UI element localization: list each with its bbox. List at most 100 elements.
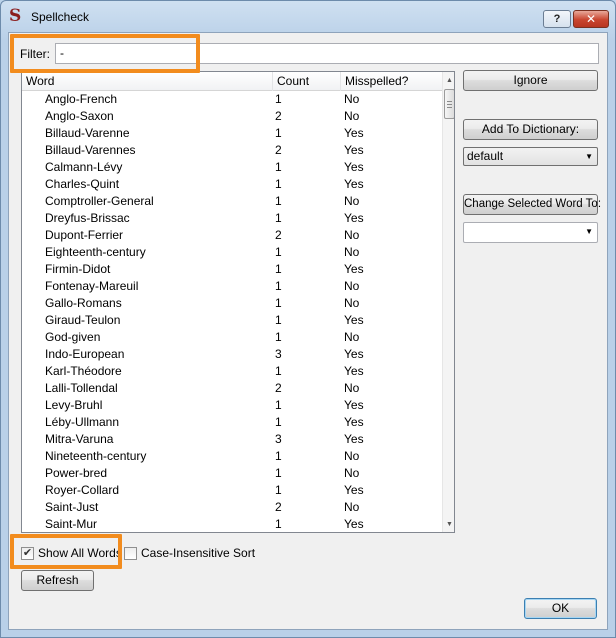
misspelled-cell: Yes: [344, 432, 364, 446]
count-cell: 1: [275, 517, 282, 531]
count-cell: 1: [275, 364, 282, 378]
vertical-scrollbar[interactable]: ▲ ▼: [442, 72, 454, 532]
table-row[interactable]: Giraud-Teulon 1 Yes: [22, 312, 442, 329]
table-row[interactable]: Nineteenth-century 1 No: [22, 448, 442, 465]
word-cell: God-given: [45, 330, 101, 344]
table-row[interactable]: Royer-Collard 1 Yes: [22, 482, 442, 499]
change-word-button[interactable]: Change Selected Word To:: [463, 194, 601, 215]
ignore-button[interactable]: Ignore: [463, 70, 598, 91]
count-cell: 1: [275, 398, 282, 412]
word-table: Word Count Misspelled? Anglo-French 1 No An…: [21, 71, 455, 533]
count-cell: 1: [275, 330, 282, 344]
misspelled-cell: Yes: [344, 347, 364, 361]
word-cell: Mitra-Varuna: [45, 432, 114, 446]
table-row[interactable]: Indo-European 3 Yes: [22, 346, 442, 363]
help-button[interactable]: ?: [543, 10, 571, 28]
table-row[interactable]: Anglo-Saxon 2 No: [22, 108, 442, 125]
scroll-up-arrow-icon[interactable]: ▲: [443, 74, 454, 87]
misspelled-cell: No: [344, 381, 360, 395]
grip-line: [447, 107, 452, 108]
misspelled-cell: No: [344, 109, 360, 123]
table-row[interactable]: Fontenay-Mareuil 1 No: [22, 278, 442, 295]
count-cell: 1: [275, 483, 282, 497]
filter-input[interactable]: -: [55, 43, 599, 64]
word-cell: Indo-European: [45, 347, 125, 361]
word-cell: Dreyfus-Brissac: [45, 211, 130, 225]
chevron-down-icon: ▼: [585, 227, 593, 236]
table-row[interactable]: Saint-Just 2 No: [22, 499, 442, 516]
misspelled-cell: Yes: [344, 126, 364, 140]
window-title: Spellcheck: [31, 10, 90, 24]
table-row[interactable]: Billaud-Varenne 1 Yes: [22, 125, 442, 142]
word-cell: Power-bred: [45, 466, 108, 480]
scroll-down-arrow-icon[interactable]: ▼: [443, 518, 454, 531]
table-row[interactable]: Dupont-Ferrier 2 No: [22, 227, 442, 244]
table-row[interactable]: Firmin-Didot 1 Yes: [22, 261, 442, 278]
dictionary-select[interactable]: default ▼: [463, 147, 598, 166]
count-cell: 1: [275, 177, 282, 191]
table-row[interactable]: Charles-Quint 1 Yes: [22, 176, 442, 193]
misspelled-cell: No: [344, 500, 360, 514]
count-cell: 2: [275, 500, 282, 514]
word-cell: Levy-Bruhl: [45, 398, 103, 412]
dictionary-select-value: default: [467, 149, 504, 163]
ok-button[interactable]: OK: [524, 598, 597, 619]
misspelled-cell: Yes: [344, 143, 364, 157]
word-cell: Fontenay-Mareuil: [45, 279, 139, 293]
misspelled-cell: Yes: [344, 415, 364, 429]
table-row[interactable]: Saint-Mur 1 Yes: [22, 516, 442, 532]
misspelled-cell: No: [344, 228, 360, 242]
misspelled-cell: No: [344, 330, 360, 344]
checkbox-checked-icon[interactable]: ✔: [21, 547, 34, 560]
table-row[interactable]: Eighteenth-century 1 No: [22, 244, 442, 261]
spellcheck-window: S Spellcheck ? ✕ Filter: - Word Count Mi…: [0, 0, 616, 638]
count-cell: 1: [275, 211, 282, 225]
column-header-count[interactable]: Count: [273, 72, 341, 91]
count-cell: 3: [275, 347, 282, 361]
word-cell: Comptroller-General: [45, 194, 154, 208]
misspelled-cell: Yes: [344, 517, 364, 531]
table-row[interactable]: Comptroller-General 1 No: [22, 193, 442, 210]
misspelled-cell: Yes: [344, 313, 364, 327]
add-to-dictionary-button[interactable]: Add To Dictionary:: [463, 119, 598, 140]
count-cell: 1: [275, 160, 282, 174]
table-row[interactable]: Gallo-Romans 1 No: [22, 295, 442, 312]
table-row[interactable]: Anglo-French 1 No: [22, 91, 442, 108]
misspelled-cell: No: [344, 296, 360, 310]
count-cell: 1: [275, 466, 282, 480]
table-row[interactable]: God-given 1 No: [22, 329, 442, 346]
chevron-down-icon: ▼: [585, 152, 593, 161]
table-row[interactable]: Dreyfus-Brissac 1 Yes: [22, 210, 442, 227]
checkbox-unchecked-icon[interactable]: [124, 547, 137, 560]
refresh-button[interactable]: Refresh: [21, 570, 94, 591]
misspelled-cell: Yes: [344, 262, 364, 276]
count-cell: 2: [275, 381, 282, 395]
misspelled-cell: Yes: [344, 364, 364, 378]
table-row[interactable]: Karl-Théodore 1 Yes: [22, 363, 442, 380]
grip-line: [447, 101, 452, 102]
table-header: Word Count Misspelled?: [22, 72, 442, 91]
count-cell: 1: [275, 262, 282, 276]
table-row[interactable]: Calmann-Lévy 1 Yes: [22, 159, 442, 176]
case-insensitive-sort-label: Case-Insensitive Sort: [141, 546, 256, 560]
table-row[interactable]: Power-bred 1 No: [22, 465, 442, 482]
column-header-word[interactable]: Word: [22, 72, 273, 91]
title-bar[interactable]: S Spellcheck ? ✕: [1, 1, 615, 31]
table-row[interactable]: Mitra-Varuna 3 Yes: [22, 431, 442, 448]
column-header-misspelled[interactable]: Misspelled?: [341, 72, 442, 91]
app-s-icon: S: [9, 6, 22, 26]
count-cell: 1: [275, 194, 282, 208]
count-cell: 1: [275, 126, 282, 140]
scroll-thumb[interactable]: [444, 89, 454, 119]
table-row[interactable]: Léby-Ullmann 1 Yes: [22, 414, 442, 431]
close-button[interactable]: ✕: [573, 10, 609, 28]
count-cell: 1: [275, 449, 282, 463]
table-row[interactable]: Lalli-Tollendal 2 No: [22, 380, 442, 397]
word-cell: Charles-Quint: [45, 177, 120, 191]
change-word-combo[interactable]: ▼: [463, 222, 598, 243]
table-row[interactable]: Billaud-Varennes 2 Yes: [22, 142, 442, 159]
table-row[interactable]: Levy-Bruhl 1 Yes: [22, 397, 442, 414]
word-cell: Karl-Théodore: [45, 364, 122, 378]
count-cell: 1: [275, 279, 282, 293]
word-cell: Calmann-Lévy: [45, 160, 123, 174]
